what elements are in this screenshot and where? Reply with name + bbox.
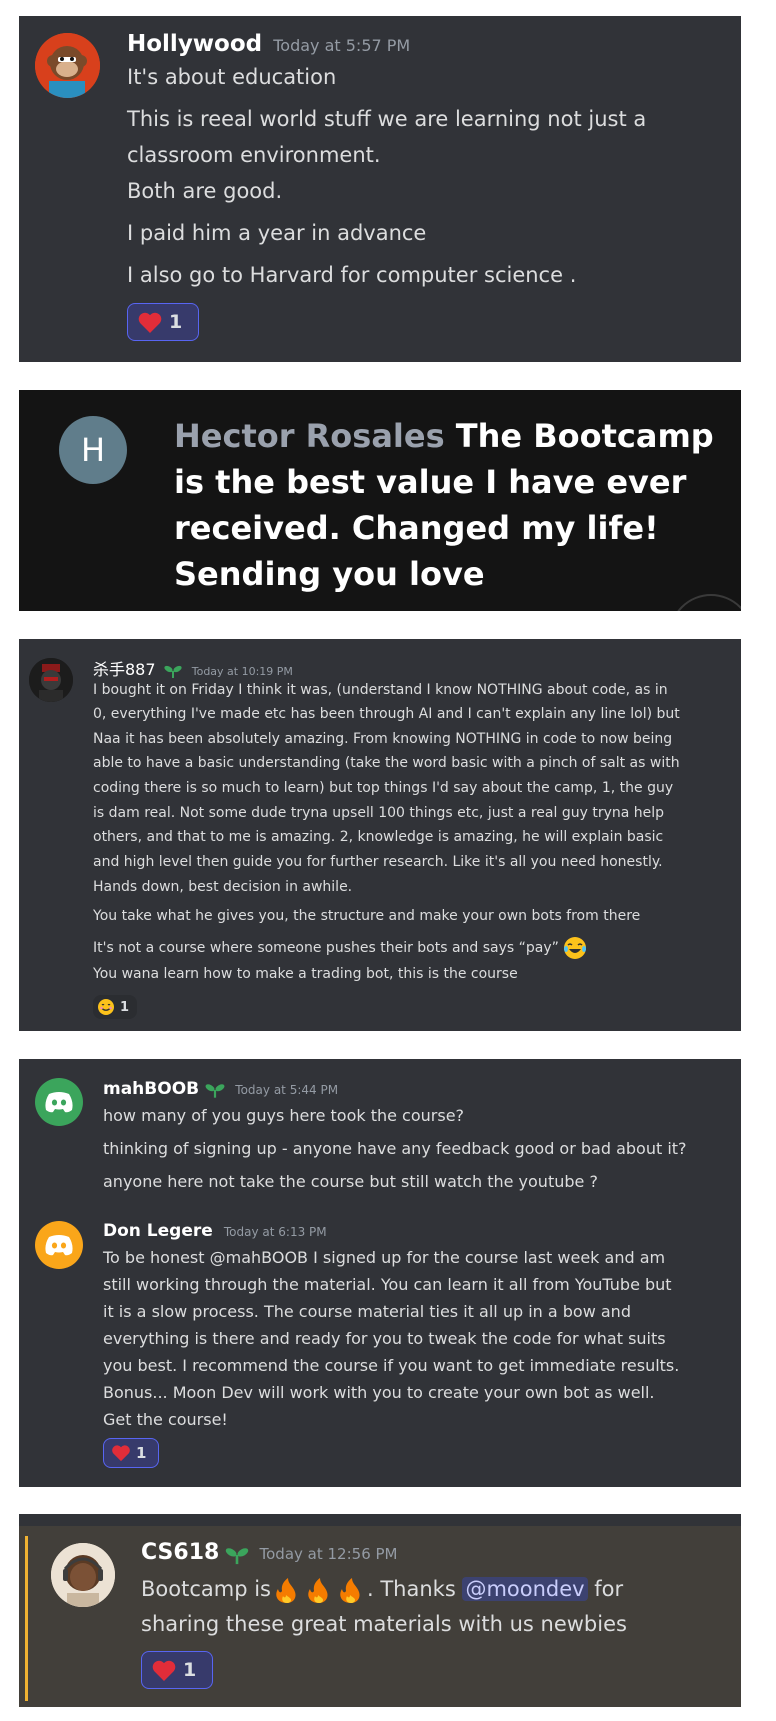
message-line: Bonus... Moon Dev will work with you to …	[103, 1383, 655, 1402]
author-name[interactable]: CS618	[141, 1540, 219, 1565]
message-line: Both are good.	[127, 179, 283, 203]
author-avatar[interactable]	[35, 1221, 83, 1269]
message-line: It's not a course where someone pushes t…	[93, 940, 559, 956]
message-timestamp: Today at 5:57 PM	[273, 36, 411, 55]
message-line: is dam real. Not some dude tryna upsell …	[93, 805, 665, 821]
reaction-heart-button[interactable]: 1	[103, 1438, 159, 1468]
message-line: you best. I recommend the course if you …	[103, 1356, 680, 1375]
masked-figure-avatar-icon	[29, 658, 73, 702]
message-line: still working through the material. You …	[103, 1275, 672, 1294]
fire-emoji-icon	[276, 1578, 360, 1603]
reaction-count: 1	[169, 311, 183, 333]
user-mention[interactable]: @moondev	[462, 1577, 588, 1601]
message-line: able to have a basic understanding (take…	[93, 755, 680, 771]
message-line: The Bootcamp	[455, 417, 714, 455]
message-line: and high level then guide you for furthe…	[93, 854, 663, 870]
heart-icon	[138, 312, 162, 333]
message-line: This is reeal world stuff we are learnin…	[127, 107, 647, 131]
message-line: Hands down, best decision in awhile.	[93, 879, 353, 895]
message-header: Don Legere Today at 6:13 PM	[103, 1221, 327, 1241]
child-photo-avatar-icon	[51, 1543, 115, 1607]
message-line: I bought it on Friday I think it was, (u…	[93, 682, 668, 698]
message-text: Bootcamp is	[141, 1577, 271, 1601]
author-avatar[interactable]	[35, 33, 100, 98]
author-name[interactable]: Hector Rosales	[174, 417, 445, 455]
author-name[interactable]: 杀手887	[93, 660, 156, 679]
message-line: classroom environment.	[127, 143, 381, 167]
discord-logo-icon	[45, 1235, 73, 1256]
message-line-with-emoji: It's not a course where someone pushes t…	[93, 936, 587, 960]
avatar-letter: H	[80, 431, 106, 469]
author-name[interactable]: Hollywood	[127, 31, 262, 57]
message-first-line: Hector Rosales The Bootcamp	[174, 417, 714, 455]
highlight-accent-bar	[25, 1536, 28, 1701]
reaction-count: 1	[183, 1659, 197, 1681]
message-card-hector: H Hector Rosales The Bootcamp is the bes…	[19, 390, 741, 611]
message-line: You take what he gives you, the structur…	[93, 908, 641, 924]
author-avatar[interactable]	[35, 1078, 83, 1126]
message-line: received. Changed my life!	[174, 509, 659, 547]
heart-icon	[112, 1445, 130, 1462]
author-name[interactable]: mahBOOB	[103, 1079, 199, 1099]
message-timestamp: Today at 6:13 PM	[223, 1225, 327, 1239]
message-line: sharing these great materials with us ne…	[141, 1612, 627, 1636]
sprout-badge-icon	[205, 1083, 225, 1098]
message-line: how many of you guys here took the cours…	[103, 1106, 465, 1125]
message-line: Naa it has been absolutely amazing. From…	[93, 731, 673, 747]
message-line: To be honest @mahBOOB I signed up for th…	[103, 1248, 666, 1267]
discord-logo-icon	[45, 1092, 73, 1113]
author-avatar[interactable]	[51, 1543, 115, 1607]
reaction-heart-button[interactable]: 1	[141, 1651, 213, 1689]
sprout-badge-icon	[226, 1547, 249, 1564]
message-line: I paid him a year in advance	[127, 221, 427, 245]
message-card-887: 杀手887 Today at 10:19 PM I bought it on F…	[19, 639, 741, 1031]
message-line: everything is there and ready for you to…	[103, 1329, 666, 1348]
author-avatar[interactable]	[29, 658, 73, 702]
message-line: Sending you love	[174, 555, 485, 593]
message-line: is the best value I have ever	[174, 463, 687, 501]
author-avatar[interactable]: H	[59, 416, 127, 484]
smiling-emoji-icon	[98, 999, 114, 1015]
message-header: mahBOOB Today at 5:44 PM	[103, 1079, 338, 1099]
reaction-count: 1	[120, 999, 130, 1015]
message-line: Get the course!	[103, 1410, 228, 1429]
message-line: You wana learn how to make a trading bot…	[93, 966, 518, 982]
author-name[interactable]: Don Legere	[103, 1221, 213, 1241]
message-line: thinking of signing up - anyone have any…	[103, 1139, 687, 1158]
heart-icon	[152, 1660, 176, 1681]
message-line: It's about education	[127, 65, 337, 89]
message-text: . Thanks	[367, 1577, 463, 1601]
message-line: it is a slow process. The course materia…	[103, 1302, 631, 1321]
message-card-cs618: CS618 Today at 12:56 PM Bootcamp is . Th…	[19, 1514, 741, 1707]
message-line: anyone here not take the course but stil…	[103, 1172, 598, 1191]
reaction-smile-button[interactable]: 1	[93, 995, 137, 1019]
message-text: for	[587, 1577, 624, 1601]
message-header: Hollywood Today at 5:57 PM	[127, 31, 410, 57]
laughing-tears-emoji-icon	[564, 937, 587, 959]
message-line: 0, everything I've made etc has been thr…	[93, 706, 680, 722]
sprout-badge-icon	[164, 665, 182, 678]
scroll-corner-decoration	[669, 594, 741, 611]
message-header: CS618 Today at 12:56 PM	[141, 1540, 398, 1566]
ape-avatar-icon	[35, 33, 100, 98]
message-header: 杀手887 Today at 10:19 PM	[93, 656, 293, 680]
message-line: I also go to Harvard for computer scienc…	[127, 263, 577, 287]
reaction-heart-button[interactable]: 1	[127, 303, 199, 341]
message-first-line: Bootcamp is . Thanks @moondev for	[141, 1576, 623, 1604]
message-card-course-thread: mahBOOB Today at 5:44 PM how many of you…	[19, 1059, 741, 1487]
message-card-hollywood: Hollywood Today at 5:57 PM It's about ed…	[19, 16, 741, 362]
message-timestamp: Today at 5:44 PM	[235, 1083, 339, 1097]
message-line: coding there is so much to learn) but to…	[93, 780, 674, 796]
reaction-count: 1	[136, 1444, 147, 1462]
message-timestamp: Today at 10:19 PM	[191, 665, 293, 678]
message-line: others, and that to me is amazing. 2, kn…	[93, 829, 664, 845]
message-timestamp: Today at 12:56 PM	[259, 1545, 398, 1563]
